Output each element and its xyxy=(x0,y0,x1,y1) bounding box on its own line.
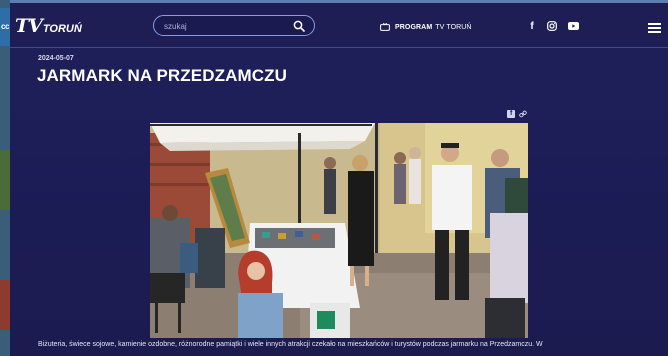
logo-tv: TV xyxy=(15,15,43,37)
youtube-icon[interactable] xyxy=(567,20,579,32)
program-suffix: TV TORUŃ xyxy=(435,23,472,31)
facebook-icon[interactable]: f xyxy=(528,20,536,32)
background-window-strip: cc xyxy=(0,0,10,356)
article-photo[interactable] xyxy=(150,123,528,338)
program-tv-link[interactable]: PROGRAM TV TORUŃ xyxy=(380,20,472,34)
site-header: TV TORUŃ PROGRAM TV TORUŃ f xyxy=(10,3,668,48)
logo-city: TORUŃ xyxy=(42,23,82,35)
instagram-icon[interactable] xyxy=(546,20,558,32)
tv-icon xyxy=(380,23,390,31)
search-icon[interactable] xyxy=(293,20,305,32)
search-input[interactable] xyxy=(164,19,284,33)
link-icon[interactable] xyxy=(519,110,527,118)
site-logo[interactable]: TV TORUŃ xyxy=(15,15,82,37)
photo-market-scene xyxy=(150,123,528,338)
page: TV TORUŃ PROGRAM TV TORUŃ f xyxy=(10,0,668,356)
article-caption: Biżuteria, świece sojowe, kamienie ozdob… xyxy=(38,341,543,348)
search-box xyxy=(153,15,315,36)
background-tab-label: cc xyxy=(1,22,9,31)
hamburger-icon[interactable] xyxy=(648,23,661,33)
background-image-fragment xyxy=(0,280,10,330)
facebook-share-icon[interactable]: f xyxy=(507,110,515,118)
program-label: PROGRAM xyxy=(395,23,433,31)
background-image-fragment xyxy=(0,150,10,210)
article-date: 2024-05-07 xyxy=(38,55,74,62)
article-title: JARMARK NA PRZEDZAMCZU xyxy=(37,66,287,85)
